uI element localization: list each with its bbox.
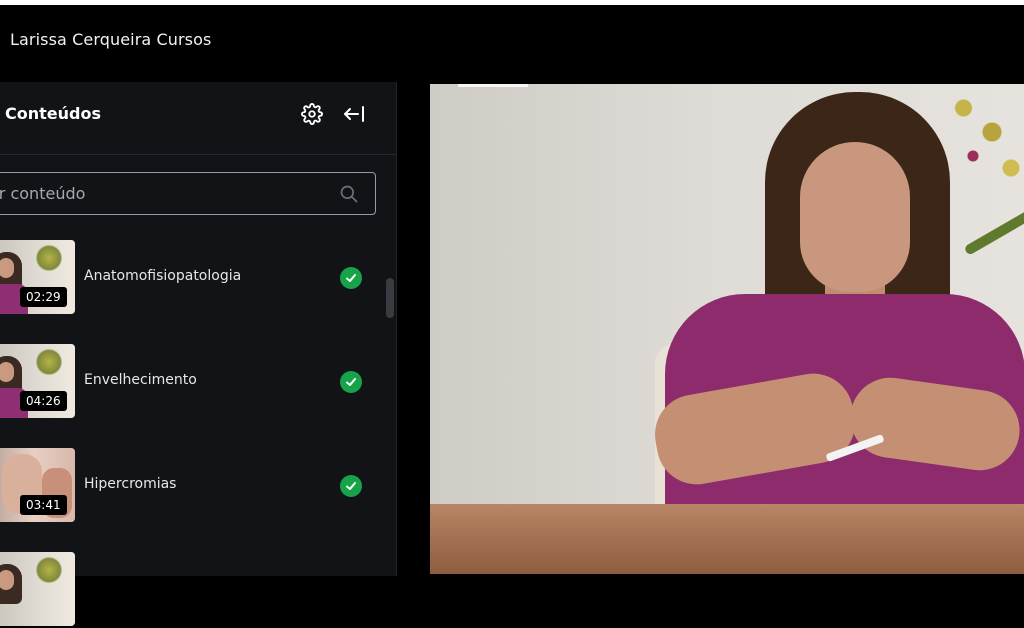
duration-badge: 02:29 (20, 287, 67, 307)
sidebar-title: Conteúdos (5, 104, 101, 123)
top-bar: Larissa Cerqueira Cursos (0, 0, 1024, 82)
list-item[interactable]: 02:29 Anatomofisiopatologia (0, 240, 384, 316)
sidebar-scrollbar[interactable] (386, 278, 394, 318)
search-field[interactable] (0, 172, 376, 215)
settings-button[interactable] (298, 100, 326, 128)
check-icon (340, 267, 362, 289)
video-thumbnail[interactable]: 02:29 (0, 240, 75, 314)
top-border (0, 0, 1024, 5)
search-icon[interactable] (339, 184, 359, 204)
duration-badge: 03:41 (20, 495, 67, 515)
video-thumbnail[interactable]: 03:41 (0, 448, 75, 522)
video-thumbnail[interactable] (0, 552, 75, 626)
item-title[interactable]: Anatomofisiopatologia (84, 268, 241, 284)
check-icon (340, 475, 362, 497)
duration-badge: 04:26 (20, 391, 67, 411)
collapse-sidebar-button[interactable] (340, 100, 368, 128)
search-input[interactable] (0, 173, 321, 214)
item-title[interactable]: Hipercromias (84, 476, 176, 492)
sidebar-header: Conteúdos (0, 82, 396, 155)
content-sidebar: Conteúdos 02:29 (0, 82, 397, 626)
video-thumbnail[interactable]: 04:26 (0, 344, 75, 418)
video-player[interactable] (430, 84, 1024, 574)
item-title[interactable]: Envelhecimento (84, 372, 197, 388)
check-icon (340, 371, 362, 393)
arrow-left-bar-icon (344, 106, 364, 122)
list-item[interactable]: 04:26 Envelhecimento (0, 344, 384, 420)
gear-icon (301, 103, 323, 125)
list-item[interactable]: 03:41 Hipercromias (0, 448, 384, 524)
app-title: Larissa Cerqueira Cursos (10, 30, 212, 49)
list-item-partial[interactable] (0, 552, 384, 628)
